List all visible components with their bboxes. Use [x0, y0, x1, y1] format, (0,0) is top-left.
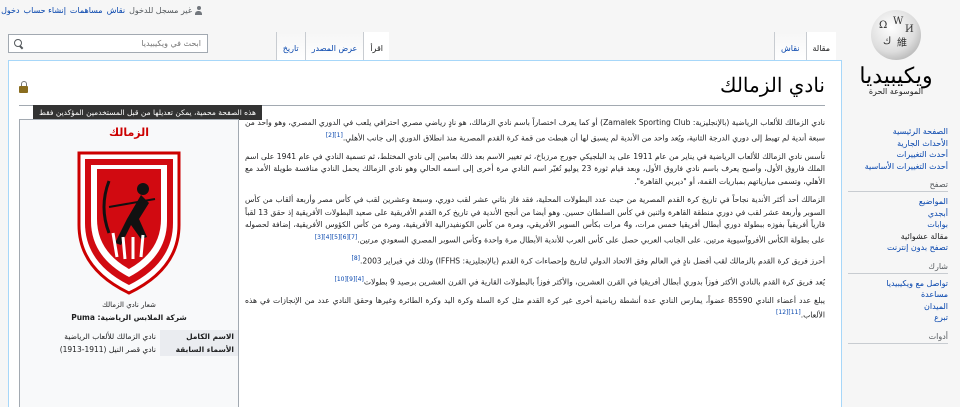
reference-link[interactable]: [7][6][5][4][3]	[315, 234, 358, 241]
reference-link[interactable]: [1][2]	[326, 132, 343, 139]
crest-caption: شعار نادي الزمالك	[102, 301, 156, 309]
infobox-label: الأسماء السابقة	[160, 343, 238, 356]
lock-icon[interactable]	[19, 81, 28, 93]
infobox-value: نادي الزمالك للألعاب الرياضية	[64, 332, 156, 341]
article-paragraph: تأسس نادي الزمالك للألعاب الرياضية في ين…	[245, 151, 825, 189]
create-account-link[interactable]: إنشاء حساب	[24, 6, 66, 15]
search-input[interactable]	[25, 39, 207, 48]
tab-history[interactable]: تاريخ	[275, 32, 305, 60]
logo-wordmark: ويكيبيديا	[859, 64, 933, 89]
logo-tagline: الموسوعة الحرة	[868, 87, 924, 96]
infobox-label: الاسم الكامل	[160, 330, 238, 343]
login-link[interactable]: دخول	[1, 6, 19, 15]
tab-view-source[interactable]: عرض المصدر	[304, 32, 364, 60]
article-paragraph: الزمالك أحد أكثر الأندية نجاحاً في تاريخ…	[245, 194, 825, 247]
infobox-row: الأسماء السابقة نادي قصر النيل (1911-191…	[20, 343, 238, 356]
globe-icon: ΩWИ ك維	[871, 10, 921, 60]
infobox-title: الزمالك	[108, 126, 150, 139]
reference-link[interactable]: [8]	[351, 255, 360, 262]
contributions-link[interactable]: مساهمات	[70, 6, 103, 15]
page-title: نادي الزمالك	[719, 73, 825, 97]
infobox-value: نادي قصر النيل (1911-1913)	[59, 345, 156, 354]
protection-tooltip: هذه الصفحة محمية، يمكن تعديلها من قبل ال…	[33, 105, 262, 120]
tools-heading: أدوات	[848, 332, 948, 344]
talk-link[interactable]: نقاش	[107, 6, 125, 15]
tab-article[interactable]: مقالة	[805, 32, 836, 60]
user-icon	[194, 6, 203, 15]
content-area: نادي الزمالك هذه الصفحة محمية، يمكن تعدي…	[8, 60, 842, 407]
infobox: الزمالك شعار نادي الزمالك شركة الملابس ا…	[19, 119, 239, 407]
kit-sponsor: شركة الملابس الرياضية: Puma	[71, 313, 187, 322]
personal-tools: غير مسجل للدخول نقاش مساهمات إنشاء حساب …	[1, 6, 203, 15]
namespace-tabs: مقالة نقاش	[774, 32, 836, 60]
tab-read[interactable]: اقرأ	[363, 32, 389, 60]
not-logged-in-label: غير مسجل للدخول	[129, 6, 192, 15]
article-body: نادي الزمالك للألعاب الرياضية (بالإنجليز…	[245, 117, 825, 328]
wikipedia-logo[interactable]: ΩWИ ك維 ويكيبيديا الموسوعة الحرة	[840, 6, 952, 121]
reference-link[interactable]: [11][12]	[776, 309, 801, 316]
tab-talk[interactable]: نقاش	[774, 32, 806, 60]
article-paragraph: يبلغ عدد أعضاء النادي 85590 عضواً، يمارس…	[245, 295, 825, 323]
reference-link[interactable]: [4][9][10]	[334, 276, 363, 283]
article-paragraph: نادي الزمالك للألعاب الرياضية (بالإنجليز…	[245, 117, 825, 145]
paragraph-text: تأسس نادي الزمالك للألعاب الرياضية في ين…	[245, 151, 826, 186]
infobox-row: الاسم الكامل نادي الزمالك للألعاب الرياض…	[20, 330, 238, 343]
infobox-table: الاسم الكامل نادي الزمالك للألعاب الرياض…	[20, 330, 238, 356]
not-logged-in: غير مسجل للدخول	[129, 6, 203, 15]
article-paragraph: أحرز فريق كرة القدم بالزمالك لقب أفضل نا…	[245, 253, 825, 268]
paragraph-text: أحرز فريق كرة القدم بالزمالك لقب أفضل نا…	[359, 256, 825, 266]
browse-heading: تصفح	[848, 180, 948, 192]
club-crest[interactable]	[69, 147, 189, 297]
participate-heading: شارك	[848, 262, 948, 274]
search-box	[8, 34, 208, 53]
paragraph-text: يُعد فريق كرة القدم بالنادي الأكثر فوزاً…	[363, 277, 825, 287]
view-tabs: اقرأ عرض المصدر تاريخ	[275, 32, 389, 60]
search-icon[interactable]	[12, 37, 26, 51]
paragraph-text: يبلغ عدد أعضاء النادي 85590 عضواً، يمارس…	[245, 295, 826, 320]
article-paragraph: يُعد فريق كرة القدم بالنادي الأكثر فوزاً…	[245, 274, 825, 289]
